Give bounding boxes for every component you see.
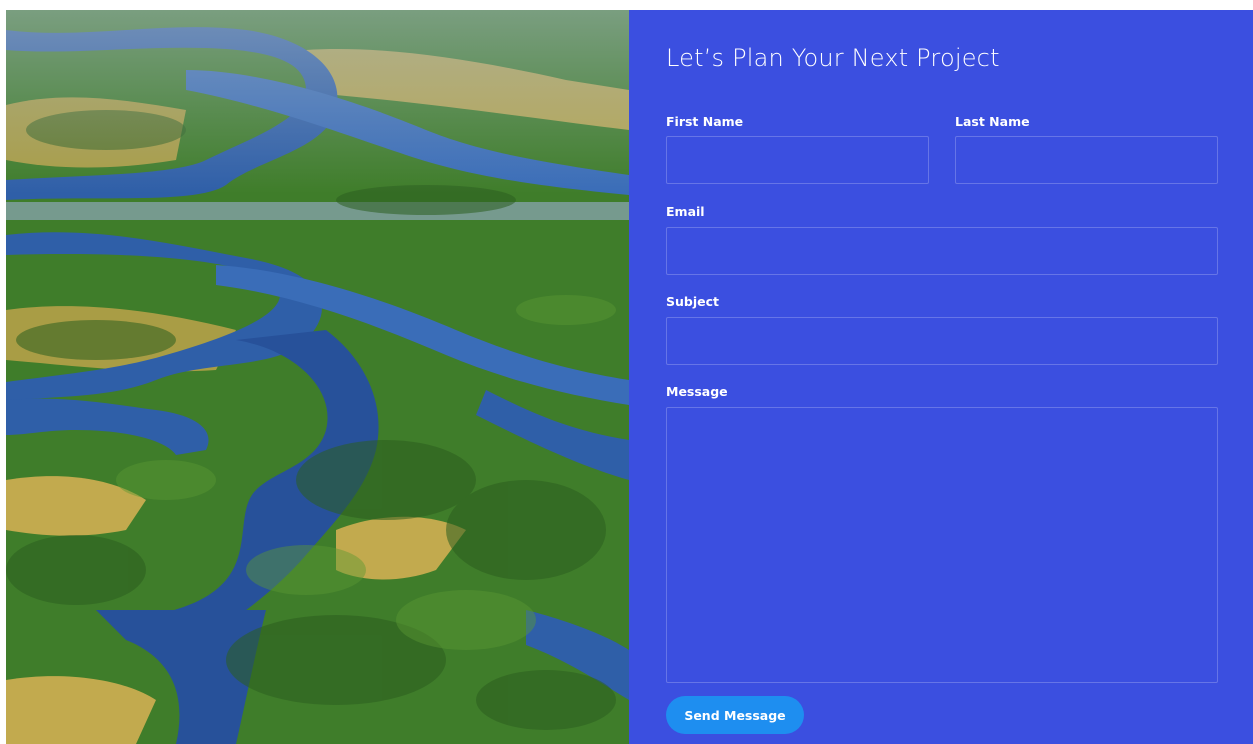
first-name-input[interactable] [666,136,929,184]
contact-page: Let’s Plan Your Next Project First Name … [6,10,1253,744]
form-title: Let’s Plan Your Next Project [666,44,1000,72]
message-label: Message [666,384,728,399]
first-name-label: First Name [666,114,744,129]
last-name-input[interactable] [955,136,1218,184]
hero-photo [6,10,629,744]
wetland-aerial-image [6,10,629,744]
message-textarea[interactable] [666,407,1218,683]
subject-label: Subject [666,294,719,309]
last-name-label: Last Name [955,114,1030,129]
email-label: Email [666,204,705,219]
email-input[interactable] [666,227,1218,275]
subject-input[interactable] [666,317,1218,365]
contact-form: Let’s Plan Your Next Project First Name … [629,10,1253,744]
send-message-button[interactable]: Send Message [666,696,804,734]
